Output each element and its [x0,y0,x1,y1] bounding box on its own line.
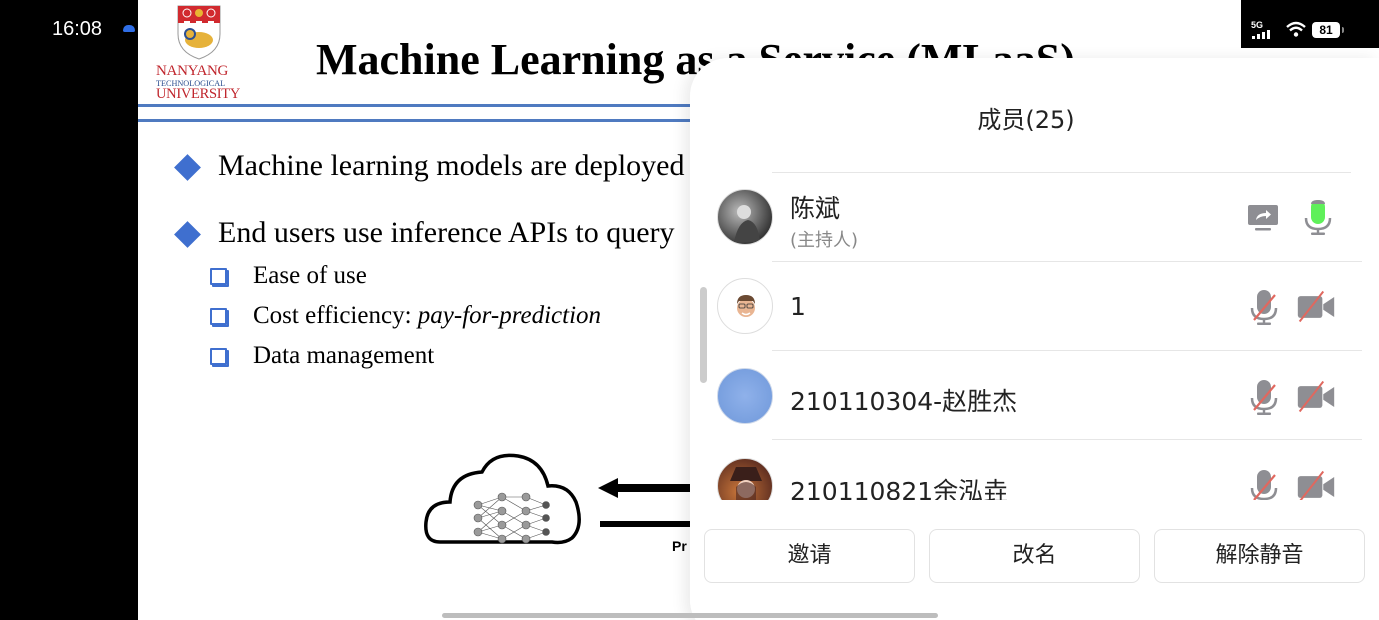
member-name: 陈斌 [790,194,841,223]
member-row[interactable]: 210110304-赵胜杰 [690,351,1362,440]
status-time: 16:08 [52,18,103,40]
member-name: 210110304-赵胜杰 [790,387,1018,416]
mic-muted-icon[interactable] [1244,287,1284,327]
network-type: 5G [1251,20,1264,30]
sub-bullet-text: Ease of use [253,262,367,290]
member-row[interactable]: 1 [690,262,1362,351]
bullet-text: Machine learning models are deployed [218,149,685,182]
member-name: 1 [790,292,806,321]
invite-button[interactable]: 邀请 [704,529,915,583]
sub-bullet-label: Data management [253,342,435,369]
list-scrollbar[interactable] [700,287,707,383]
signal-icon [1252,30,1270,39]
diamond-bullet-icon [174,154,201,181]
logo-text-university: UNIVERSITY [156,86,240,102]
member-row[interactable]: 陈斌 (主持人) [690,173,1362,262]
shield-icon [177,5,221,60]
unmute-button[interactable]: 解除静音 [1154,529,1365,583]
logo-text-nanyang: NANYANG [156,63,229,79]
camera-off-icon[interactable] [1296,287,1336,327]
member-role: (主持人) [790,230,859,251]
avatar [717,278,773,334]
ntu-logo: NANYANG TECHNOLOGICAL UNIVERSITY [146,2,240,102]
checkbox-bullet-icon [210,268,227,285]
diamond-bullet-icon [174,221,201,248]
members-panel: 成员(25) 陈斌 (主持人) 1 210110304-赵胜杰 21011082… [690,58,1379,620]
checkbox-bullet-icon [210,348,227,365]
sub-bullet-label: Cost efficiency: [253,302,418,329]
bullet-text: End users use inference APIs to query [218,216,675,249]
mic-muted-icon[interactable] [1244,377,1284,417]
sub-bullet-label: Ease of use [253,262,367,289]
diagram-label: Pr [672,538,687,554]
rename-button[interactable]: 改名 [929,529,1140,583]
avatar [717,189,773,245]
avatar [717,368,773,424]
panel-title: 成员(25) [977,106,1075,134]
screen-share-icon[interactable] [1244,199,1284,239]
status-bar-right: 5G 81 [1241,0,1379,48]
camera-off-icon[interactable] [1296,377,1336,417]
mic-active-icon[interactable] [1298,197,1338,237]
wifi-icon [1286,21,1306,37]
sub-bullet-emphasis: pay-for-prediction [417,302,602,329]
sub-bullet-text: Data management [253,342,434,370]
home-indicator[interactable] [442,613,938,618]
battery-indicator: 81 [1312,22,1344,38]
sub-bullet-text: Cost efficiency: pay-for-prediction [253,302,601,330]
checkbox-bullet-icon [210,308,227,325]
cloud-icon [123,25,135,32]
